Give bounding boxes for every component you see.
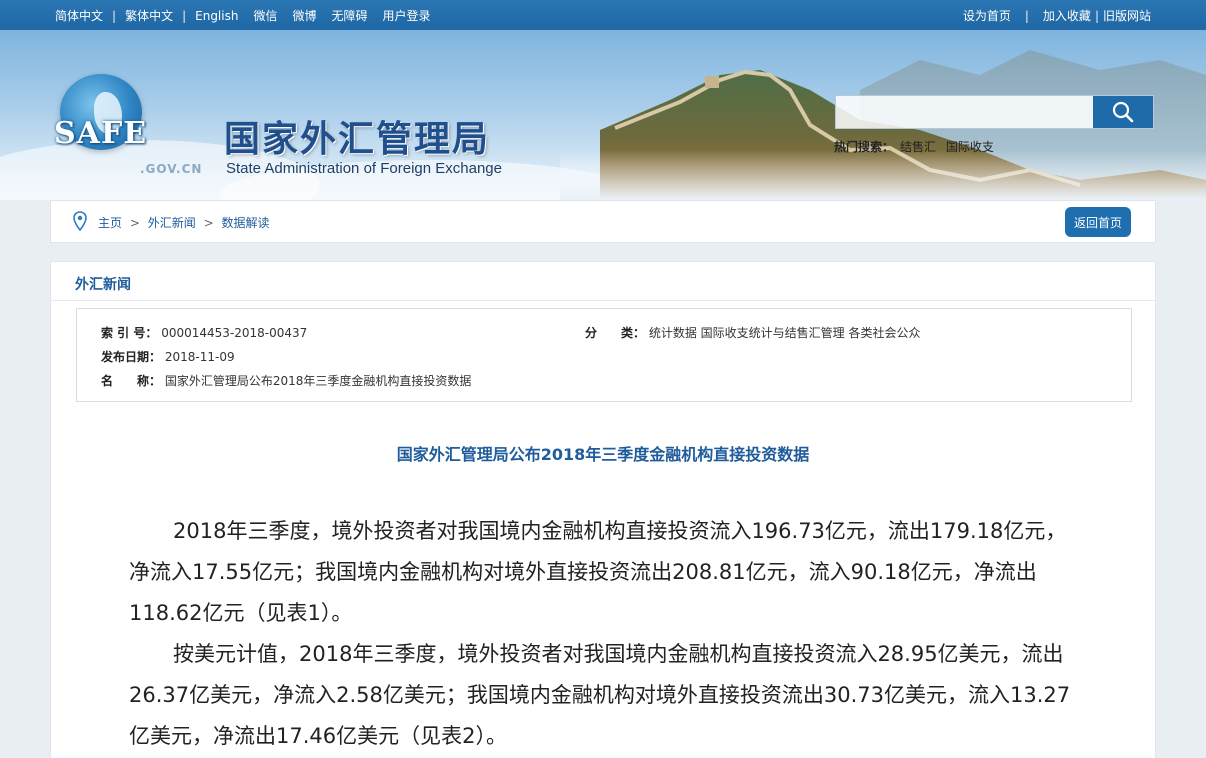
link-weibo[interactable]: 微博	[292, 7, 316, 24]
meta-index-label: 索 引 号：	[101, 326, 158, 340]
meta-category-value: 统计数据 国际收支统计与结售汇管理 各类社会公众	[648, 326, 921, 340]
link-set-homepage[interactable]: 设为首页	[963, 7, 1011, 24]
return-home-button[interactable]: 返回首页	[1065, 207, 1131, 237]
breadcrumb-forex-news[interactable]: 外汇新闻	[148, 216, 196, 230]
link-traditional-chinese[interactable]: 繁体中文	[125, 7, 173, 24]
meta-date-value: 2018-11-09	[164, 350, 235, 364]
link-wechat[interactable]: 微信	[253, 7, 277, 24]
meta-category-label: 分 类：	[585, 326, 646, 340]
article-title: 国家外汇管理局公布2018年三季度金融机构直接投资数据	[396, 445, 810, 464]
meta-index-value: 000014453-2018-00437	[161, 326, 308, 340]
separator: |	[182, 8, 187, 23]
article-paragraph: 按美元计值，2018年三季度，境外投资者对我国境内金融机构直接投资流入28.95…	[129, 642, 1071, 748]
link-user-login[interactable]: 用户登录	[383, 7, 431, 24]
link-old-site[interactable]: 旧版网站	[1103, 7, 1151, 24]
separator: |	[1094, 8, 1099, 23]
top-bar: 简体中文 | 繁体中文 | English 微信 微博 无障碍 用户登录 设为首…	[0, 0, 1206, 30]
separator: |	[1024, 8, 1029, 23]
article-paragraph: 2018年三季度，境外投资者对我国境内金融机构直接投资流入196.73亿元，流出…	[129, 519, 1067, 625]
hot-search-label: 热门搜索：	[834, 140, 895, 154]
section-title: 外汇新闻	[75, 277, 131, 293]
meta-category-row: 分 类： 统计数据 国际收支统计与结售汇管理 各类社会公众	[585, 324, 920, 341]
logo-domain: .GOV.CN	[140, 162, 203, 176]
top-left-links: 简体中文 | 繁体中文 | English 微信 微博 无障碍 用户登录	[55, 7, 431, 24]
document-meta-box: 索 引 号： 000014453-2018-00437 发布日期： 2018-1…	[76, 308, 1132, 402]
meta-date-label: 发布日期：	[101, 350, 162, 364]
breadcrumb-separator: >	[203, 216, 214, 230]
link-add-favorite[interactable]: 加入收藏	[1043, 7, 1091, 24]
meta-name-value: 国家外汇管理局公布2018年三季度金融机构直接投资数据	[164, 374, 472, 388]
breadcrumb: 主页 > 外汇新闻 > 数据解读	[98, 214, 269, 231]
divider	[51, 300, 1155, 301]
hot-search-item[interactable]: 国际收支	[946, 140, 994, 154]
meta-index-row: 索 引 号： 000014453-2018-00437	[101, 324, 307, 341]
hot-search-item[interactable]: 结售汇	[900, 140, 936, 154]
search-button[interactable]	[1093, 96, 1153, 128]
hot-search: 热门搜索： 结售汇 国际收支	[834, 138, 994, 155]
location-pin-icon	[73, 211, 87, 231]
article-body: 2018年三季度，境外投资者对我国境内金融机构直接投资流入196.73亿元，流出…	[129, 511, 1079, 757]
link-accessibility[interactable]: 无障碍	[332, 7, 368, 24]
breadcrumb-home[interactable]: 主页	[98, 216, 122, 230]
search-input[interactable]	[836, 96, 1094, 128]
top-right-links: 设为首页 | 加入收藏 | 旧版网站	[963, 7, 1151, 24]
meta-name-row: 名 称： 国家外汇管理局公布2018年三季度金融机构直接投资数据	[101, 372, 471, 389]
search-box	[835, 95, 1154, 129]
search-icon	[1112, 101, 1134, 123]
site-subtitle: State Administration of Foreign Exchange	[226, 160, 502, 177]
meta-name-label: 名 称：	[101, 374, 162, 388]
breadcrumb-separator: >	[129, 216, 140, 230]
separator: |	[112, 8, 117, 23]
logo-text: SAFE	[54, 116, 148, 151]
link-english[interactable]: English	[195, 9, 238, 23]
header-banner: SAFE .GOV.CN 国家外汇管理局 State Administratio…	[0, 30, 1206, 200]
site-title: 国家外汇管理局	[224, 119, 491, 160]
link-simplified-chinese[interactable]: 简体中文	[55, 7, 103, 24]
meta-date-row: 发布日期： 2018-11-09	[101, 348, 235, 365]
breadcrumb-bar: 主页 > 外汇新闻 > 数据解读 返回首页	[50, 200, 1156, 243]
main-content: 外汇新闻 索 引 号： 000014453-2018-00437 发布日期： 2…	[50, 261, 1156, 758]
breadcrumb-data-interpretation[interactable]: 数据解读	[221, 216, 269, 230]
